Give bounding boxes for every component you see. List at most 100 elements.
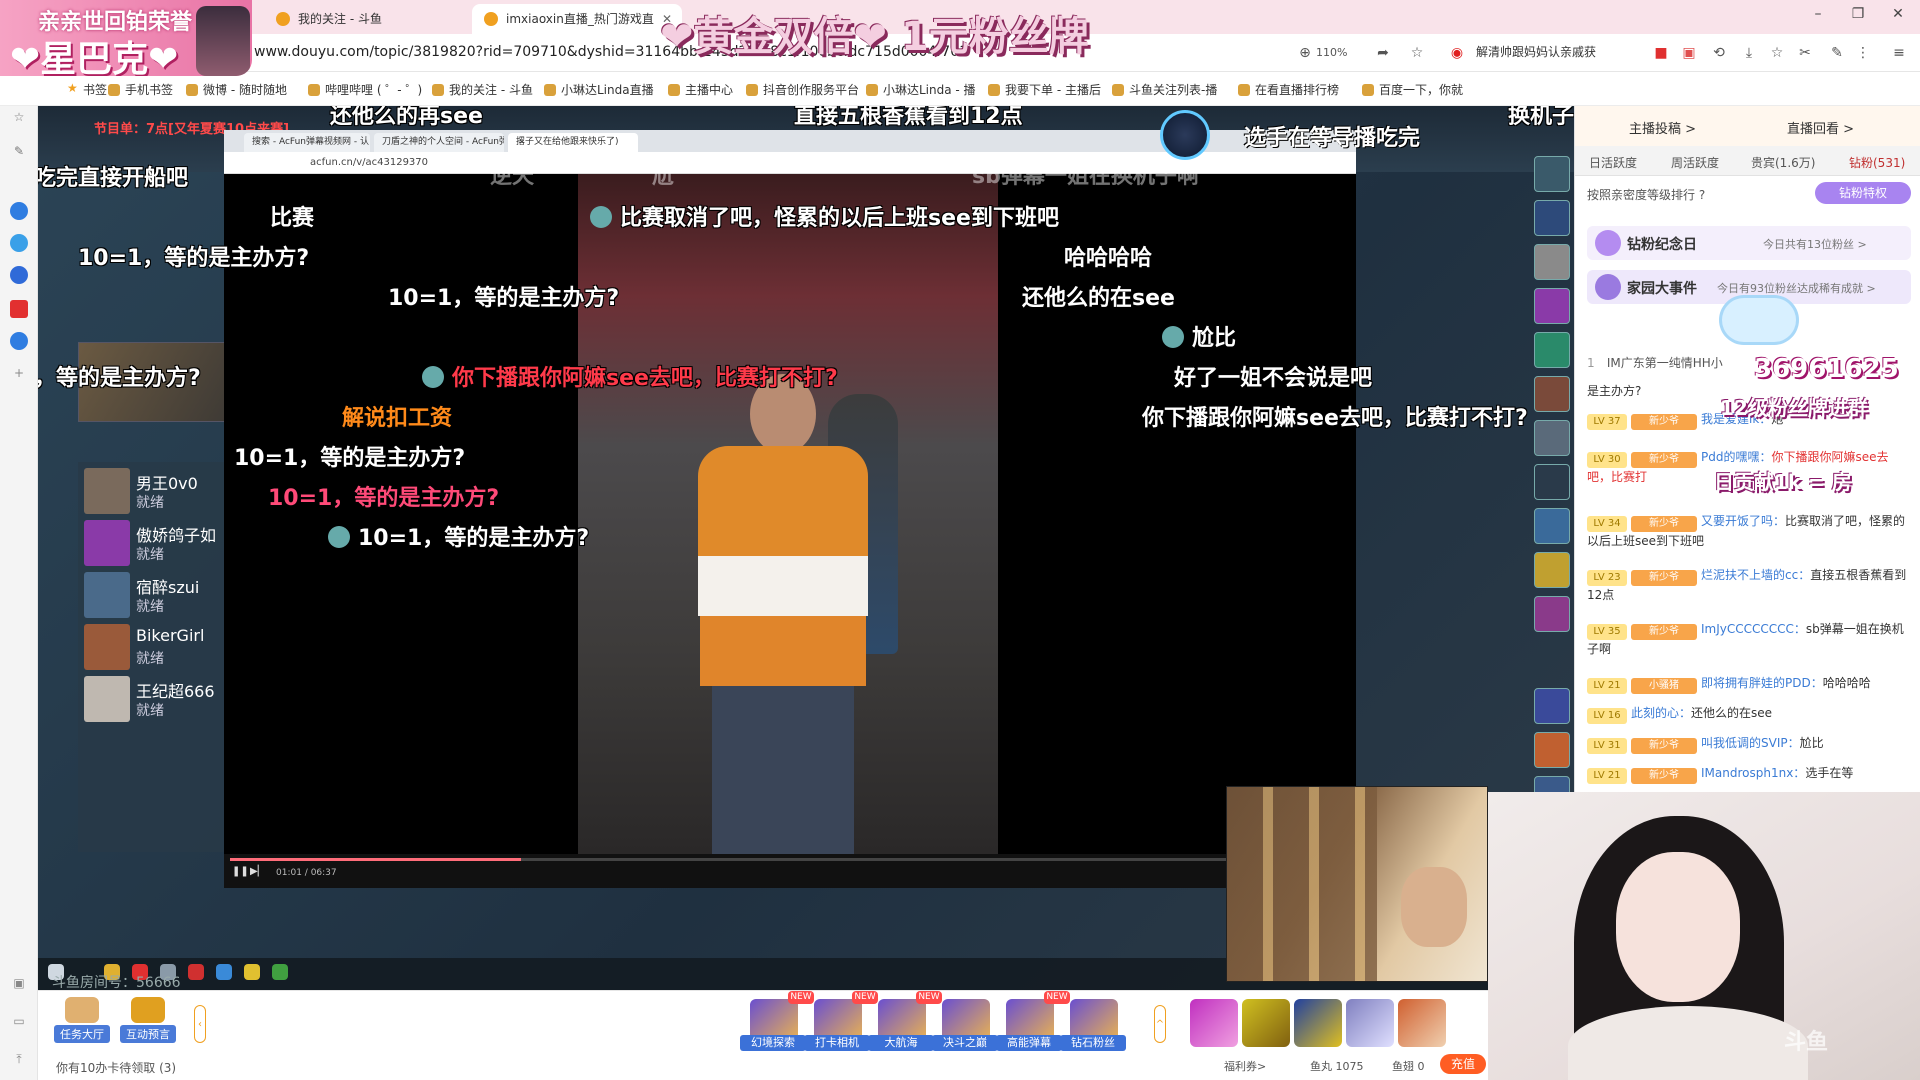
streamer-body [1568, 1006, 1808, 1080]
favorites-icon[interactable]: ☆ [1768, 44, 1786, 62]
diamond-privilege-button[interactable]: 钻粉特权 [1815, 182, 1911, 204]
app-icon[interactable] [10, 332, 28, 350]
tab-daily-activity[interactable]: 日活跃度 [1589, 154, 1637, 171]
replay-link[interactable]: 直播回看 > [1787, 118, 1854, 137]
zoom-icon[interactable]: ⊕ [1296, 44, 1314, 62]
bookmark-item[interactable]: 斗鱼关注列表-播 [1112, 81, 1217, 98]
extension-news-text[interactable]: 解清帅跟妈妈认亲戚获 [1476, 43, 1596, 60]
welfare-coupon-link[interactable]: 福利券> [1224, 1058, 1266, 1074]
danmaku-item: 10=1，等的是主办方? [388, 286, 620, 311]
bookmark-item[interactable]: 小琳达Linda - 播 [866, 81, 976, 98]
player-slot: 宿醉szui 就绪 [84, 570, 224, 620]
chevron-left-icon[interactable]: ‹ [194, 1005, 206, 1043]
streamer-posts-link[interactable]: 主播投稿 > [1629, 118, 1696, 137]
close-window-icon[interactable]: ✕ [1886, 6, 1910, 26]
chat-user-name[interactable]: 又要开饭了吗： [1701, 514, 1785, 528]
bookmark-item[interactable]: 微博 - 随时随地 [186, 81, 287, 98]
download-icon[interactable]: ⤓ [1740, 44, 1758, 62]
bookmark-item[interactable]: 哔哩哔哩 ( ゜- ゜) [308, 81, 422, 98]
player-slot: 男王0v0 就绪 [84, 466, 224, 516]
video-icon[interactable]: ▣ [10, 974, 28, 992]
bookmark-item[interactable]: 我要下单 - 主播后 [988, 81, 1101, 98]
hero-portrait [1534, 508, 1570, 544]
captured-video-controls: ❚❚ ▶▏ 01:01 / 06:37 [224, 854, 1356, 888]
chat-user-name[interactable]: 此刻的心： [1631, 706, 1691, 720]
chat-user-name[interactable]: 即将拥有胖娃的PDD： [1701, 676, 1823, 690]
bookmark-item[interactable]: 在看直播排行榜 [1238, 81, 1339, 98]
gift-item[interactable] [1398, 999, 1446, 1047]
hero-portrait [1534, 420, 1570, 456]
toolbar-icon[interactable]: ▣ [1680, 44, 1698, 62]
avatar [196, 6, 250, 76]
tab-douyu-follow[interactable]: 我的关注 - 斗鱼 [264, 4, 468, 34]
add-icon[interactable]: + [10, 364, 28, 382]
avatar [84, 520, 130, 566]
gift-item[interactable] [1242, 999, 1290, 1047]
app-icon[interactable] [10, 202, 28, 220]
avatar [84, 572, 130, 618]
task-hall-button[interactable]: 任务大厅 [54, 997, 110, 1043]
danmaku-item: 尬 [652, 164, 675, 189]
share-icon[interactable]: ➦ [1374, 44, 1392, 62]
pen-icon[interactable]: ✎ [1828, 44, 1846, 62]
tab-label: 我的关注 - 斗鱼 [298, 12, 382, 26]
chat-message: LV 16 此刻的心：还他么的在see [1587, 704, 1909, 724]
app-icon[interactable] [10, 234, 28, 252]
chat-text: 尬比 [1799, 736, 1824, 750]
fan-medal-badge: 新少爷 [1631, 452, 1697, 468]
button-label: 互动预言 [120, 1025, 176, 1043]
next-icon: ▶▏ [250, 866, 266, 877]
tab-weekly-activity[interactable]: 周活跃度 [1671, 154, 1719, 171]
tab-imxiaoxin-live[interactable]: imxiaoxin直播_热门游戏直 ✕ [472, 4, 682, 34]
extension-icon[interactable]: ◉ [1448, 44, 1466, 62]
favorites-icon[interactable]: ☆ [10, 108, 28, 126]
chevron-up-icon[interactable]: ^ [1154, 1005, 1166, 1043]
bookmark-item[interactable]: 抖音创作服务平台 [746, 81, 859, 98]
bookmark-item[interactable]: 百度一下，你就 [1362, 81, 1463, 98]
more-icon[interactable]: ⋮ [1854, 44, 1872, 62]
chat-user-name[interactable]: IMandrosph1nx： [1701, 766, 1805, 780]
player-state: 就绪 [136, 599, 164, 615]
card-reward-notice[interactable]: 你有10办卡待领取 (3) [56, 1059, 176, 1076]
bookmark-item[interactable]: 手机书签 [108, 81, 173, 98]
screen-icon[interactable]: ▭ [10, 1012, 28, 1030]
app-icon[interactable] [10, 266, 28, 284]
bookmarks-bar: ★ 书签 手机书签 微博 - 随时随地 哔哩哔哩 ( ゜- ゜) 我的关注 - … [0, 72, 1920, 106]
event-card-diamond-anniversary[interactable]: 钻粉纪念日 今日共有13位粉丝 > [1587, 226, 1911, 260]
chat-user-name[interactable]: 烂泥扶不上墙的cc： [1701, 568, 1810, 582]
bookmark-item[interactable]: 我的关注 - 斗鱼 [432, 81, 533, 98]
tab-vip[interactable]: 贵宾(1.6万) [1751, 154, 1815, 171]
star-icon[interactable]: ☆ [1408, 44, 1426, 62]
danmaku-item: 10=1，等的是主办方? [328, 520, 589, 552]
cloud-sticker [1722, 298, 1796, 342]
tab-diamond-fans[interactable]: 钻粉(531) [1849, 154, 1905, 171]
cut-icon[interactable]: ✂ [1796, 44, 1814, 62]
danmaku-item: 还他么的再see [330, 106, 483, 129]
restore-icon[interactable]: ❐ [1846, 6, 1870, 26]
pen-icon[interactable]: ✎ [10, 142, 28, 160]
prediction-button[interactable]: 互动预言 [120, 997, 176, 1043]
chat-user-name[interactable]: 叫我低调的SVIP： [1701, 736, 1800, 750]
bookmark-item[interactable]: 书签 [66, 81, 107, 98]
app-icon[interactable] [10, 300, 28, 318]
bookmark-item[interactable]: 小琳达Linda直播 [544, 81, 654, 98]
banner-title: ❤星巴克❤ [10, 39, 179, 76]
toolbar-icon[interactable]: ■ [1652, 44, 1670, 62]
gift-item[interactable] [1346, 999, 1394, 1047]
hero-portrait [1534, 464, 1570, 500]
pin-icon[interactable]: ⤒ [10, 1050, 28, 1068]
player-name: 傲娇鸽子如 [136, 526, 217, 545]
history-icon[interactable]: ⟲ [1710, 44, 1728, 62]
recharge-button[interactable]: 充值 [1440, 1054, 1486, 1074]
bookmark-item[interactable]: 主播中心 [668, 81, 733, 98]
shirt-orange [698, 446, 868, 556]
gift-item[interactable] [1294, 999, 1342, 1047]
hero-portrait [1534, 332, 1570, 368]
hero-portrait [1534, 156, 1570, 192]
chat-user-name[interactable]: ImJyCCCCCCCC： [1701, 622, 1806, 636]
gift-item[interactable] [1190, 999, 1238, 1047]
user-level-badge: LV 30 [1587, 452, 1627, 468]
minimize-icon[interactable]: – [1806, 6, 1830, 26]
menu-icon[interactable]: ≡ [1890, 44, 1908, 62]
chat-user-name[interactable]: Pdd的嘿嘿： [1701, 450, 1771, 464]
